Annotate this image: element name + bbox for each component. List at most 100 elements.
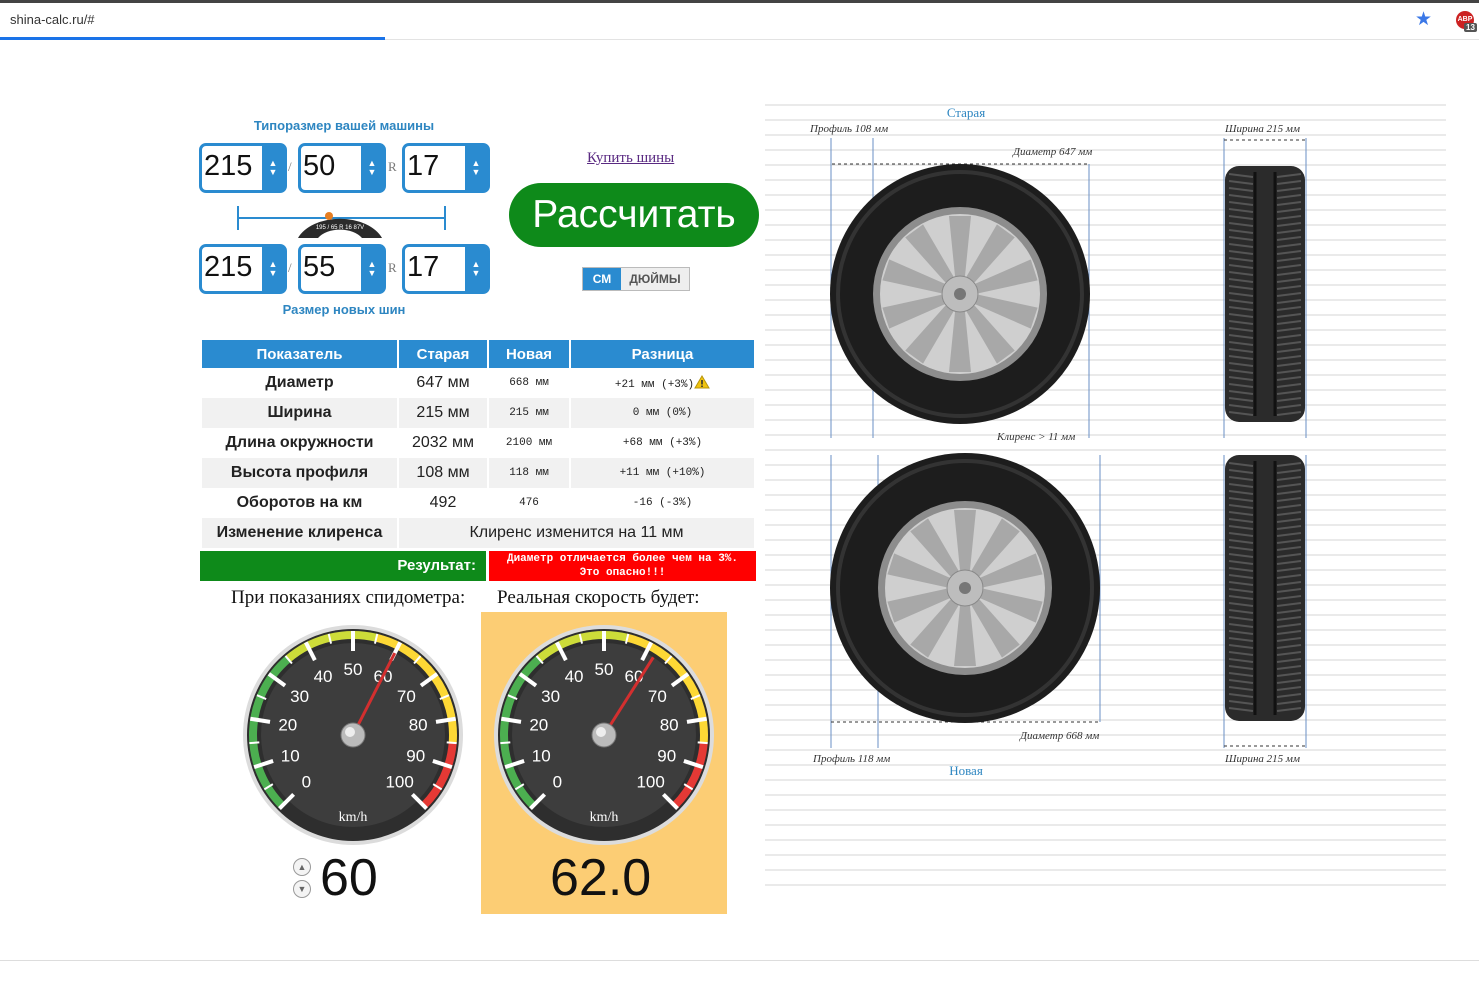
tire-size-connector-icon: 195 / 65 R 16 87V <box>237 206 446 238</box>
table-row: Диаметр 647 мм 668 мм +21 мм (+3%) <box>202 368 754 398</box>
row-name: Оборотов на км <box>236 494 363 511</box>
browser-toolbar: shina-calc.ru/# ★ ABP 13 <box>0 0 1479 40</box>
col-header-indicator: Показатель <box>202 340 397 368</box>
gauge-tick-label: 20 <box>529 716 548 735</box>
row-diff: +68 мм (+3%) <box>622 437 703 449</box>
calculate-button[interactable]: Рассчитать <box>509 183 759 247</box>
row-name: Ширина <box>202 398 397 428</box>
gauge-tick-label: 0 <box>553 773 562 792</box>
gauge-unit-label: km/h <box>590 810 619 825</box>
gauge-tick-label: 100 <box>385 773 413 792</box>
old-width-label: Ширина 215 мм <box>1224 123 1300 135</box>
radius-separator: R <box>388 260 397 275</box>
gauge-tick-label: 40 <box>565 667 584 686</box>
row-diff: +21 мм (+3%) <box>571 368 754 398</box>
old-radius-value: 17 <box>407 150 440 182</box>
row-name: Длина окружности <box>225 434 374 451</box>
table-row: Оборотов на км 492 476 -16 (-3%) <box>202 488 754 518</box>
spinner-up-icon[interactable]: ▲ <box>293 858 311 876</box>
gauge-unit-label: km/h <box>339 810 368 825</box>
row-new: 476 <box>519 497 539 509</box>
row-new: 2100 мм <box>505 437 553 449</box>
col-header-diff: Разница <box>571 340 754 368</box>
extension-badge: 13 <box>1464 23 1477 32</box>
speedometer-caption: При показаниях спидометра: <box>231 587 466 608</box>
new-width-label: Ширина 215 мм <box>1224 753 1300 765</box>
real-speed-caption: Реальная скорость будет: <box>497 587 700 608</box>
row-name: Диаметр <box>265 374 334 391</box>
old-width-value: 215 <box>204 150 253 182</box>
gauge-tick-label: 10 <box>532 746 551 765</box>
gauge-tick-label: 40 <box>314 667 333 686</box>
select-arrows-icon: ▲ ▼ <box>465 146 487 190</box>
old-wheel-icon <box>830 164 1090 424</box>
table-row: Изменение клиренса Клиренс изменится на … <box>202 518 754 548</box>
new-radius-value: 17 <box>407 251 440 283</box>
gauge-tick-label: 50 <box>344 660 363 679</box>
select-arrows-icon: ▲ ▼ <box>361 247 383 291</box>
new-width-value: 215 <box>204 251 253 283</box>
radius-separator: R <box>388 159 397 174</box>
select-arrows-icon: ▲ ▼ <box>361 146 383 190</box>
result-warning-line2: Это опасно!!! <box>579 567 666 579</box>
col-header-old: Старая <box>399 340 487 368</box>
new-diameter-label: Диаметр 668 мм <box>1019 730 1099 742</box>
real-speed-value: 62.0 <box>550 849 652 907</box>
result-warning: Диаметр отличается более чем на 3%. Это о… <box>489 551 756 581</box>
clearance-label: Изменение клиренса <box>202 518 397 548</box>
row-old: 108 мм <box>399 458 487 488</box>
row-diff-text: +21 мм (+3%) <box>614 379 695 391</box>
new-profile-label: Профиль 118 мм <box>812 753 890 765</box>
gauge-tick-label: 20 <box>278 716 297 735</box>
adblock-extension-icon[interactable]: ABP 13 <box>1456 11 1477 32</box>
unit-cm-button[interactable]: СМ <box>583 268 621 290</box>
new-tire-tread-icon <box>1225 455 1305 721</box>
new-radius-select[interactable]: 17 ▲ ▼ <box>402 244 490 294</box>
old-tire-tread-icon <box>1225 166 1305 422</box>
gauge-tick-label: 70 <box>648 687 667 706</box>
old-width-select[interactable]: 215 ▲ ▼ <box>199 143 287 193</box>
old-profile-select[interactable]: 50 ▲ ▼ <box>298 143 386 193</box>
gauge-tick-label: 0 <box>302 773 311 792</box>
gauge-tick-label: 70 <box>397 687 416 706</box>
buy-tires-link[interactable]: Купить шины <box>587 150 674 167</box>
select-arrows-icon: ▲ ▼ <box>262 146 284 190</box>
old-size-caption: Типоразмер вашей машины <box>253 118 435 133</box>
page-load-progress <box>0 37 385 40</box>
result-label: Результат: <box>200 551 486 581</box>
new-profile-value: 55 <box>303 251 336 283</box>
select-arrows-icon: ▲ ▼ <box>465 247 487 291</box>
table-row: Длина окружности 2032 мм 2100 мм +68 мм … <box>202 428 754 458</box>
page-divider <box>0 960 1479 961</box>
gauge-tick-label: 30 <box>541 687 560 706</box>
unit-inch-button[interactable]: ДЮЙМЫ <box>621 268 689 290</box>
gauge-tick-label: 90 <box>406 746 425 765</box>
speed-input-value[interactable]: 60 <box>320 848 378 908</box>
tire-diagram: Старая Профиль 108 мм Ширина 215 мм Диам… <box>765 104 1446 886</box>
table-row: Ширина 215 мм 215 мм 0 мм (0%) <box>202 398 754 428</box>
clearance-value: Клиренс изменится на 11 мм <box>399 518 754 548</box>
address-bar[interactable]: shina-calc.ru/# <box>10 12 95 27</box>
spinner-down-icon[interactable]: ▼ <box>293 880 311 898</box>
col-header-new: Новая <box>489 340 569 368</box>
new-profile-select[interactable]: 55 ▲ ▼ <box>298 244 386 294</box>
bookmark-star-icon[interactable]: ★ <box>1415 8 1432 31</box>
row-old: 2032 мм <box>411 434 475 451</box>
row-old: 215 мм <box>399 398 487 428</box>
slash-separator: / <box>288 159 292 174</box>
unit-toggle: СМ ДЮЙМЫ <box>582 267 690 291</box>
warning-icon <box>694 375 710 389</box>
select-arrows-icon: ▲ ▼ <box>262 247 284 291</box>
new-width-select[interactable]: 215 ▲ ▼ <box>199 244 287 294</box>
result-warning-line1: Диаметр отличается более чем на 3%. <box>506 553 739 565</box>
new-size-caption: Размер новых шин <box>282 302 406 317</box>
row-diff: +11 мм (+10%) <box>571 458 754 488</box>
row-name: Высота профиля <box>202 458 397 488</box>
row-old: 647 мм <box>416 374 470 391</box>
old-profile-label: Профиль 108 мм <box>809 123 888 135</box>
window-edge <box>0 0 1479 3</box>
row-new: 215 мм <box>489 398 569 428</box>
gauge-tick-label: 80 <box>409 716 428 735</box>
old-radius-select[interactable]: 17 ▲ ▼ <box>402 143 490 193</box>
speed-spinner[interactable]: ▲ ▼ <box>293 858 313 902</box>
